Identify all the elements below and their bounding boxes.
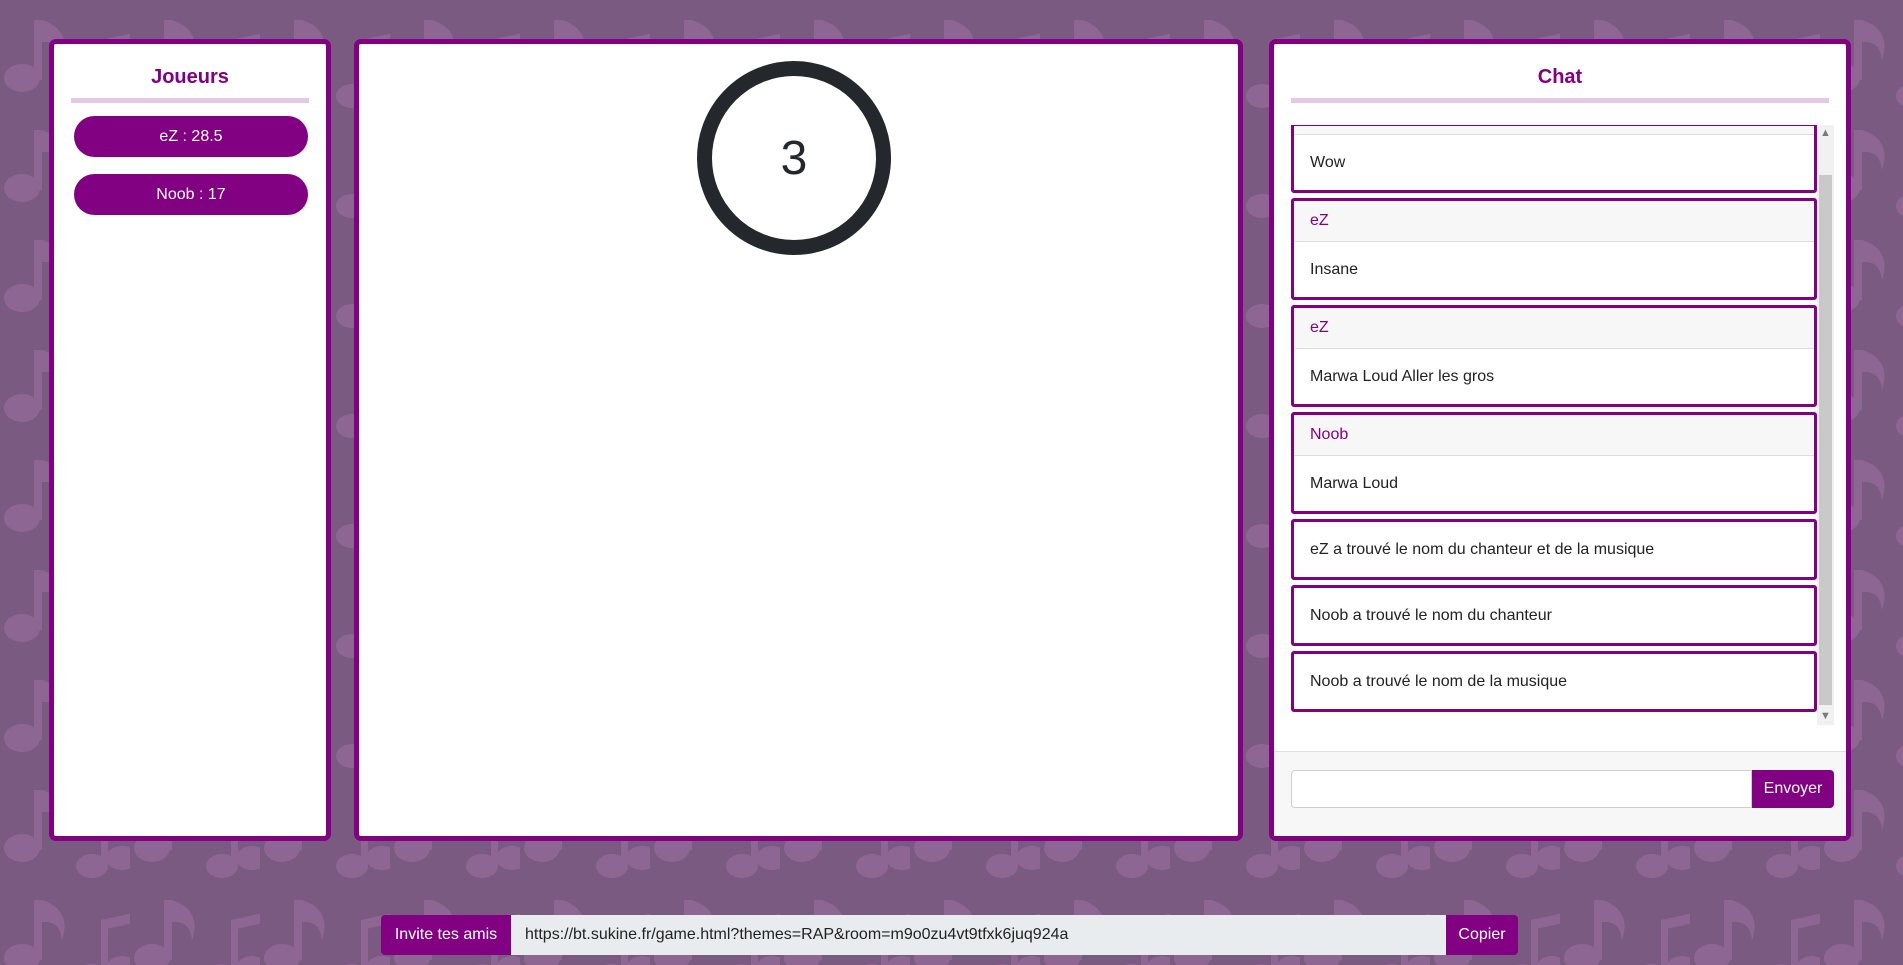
invite-bar: Invite tes amis ! Copier [381,915,1518,955]
chat-message-list[interactable]: Wow eZ Insane eZ Marwa Loud Aller les gr… [1291,125,1834,725]
chat-system-message: eZ a trouvé le nom du chanteur et de la … [1291,519,1817,580]
copy-button[interactable]: Copier [1446,915,1518,955]
invite-url-field[interactable] [511,915,1446,955]
chat-message-text: Marwa Loud [1310,475,1399,492]
chat-title: Chat [1537,66,1583,88]
chat-panel: Chat Wow eZ Insane eZ Marwa Loud Aller l… [1269,39,1851,841]
chat-message-author: eZ [1294,201,1814,242]
chat-message-text: Wow [1310,154,1346,171]
chat-message-text: Noob a trouvé le nom du chanteur [1310,607,1552,624]
players-title: Joueurs [151,66,229,88]
chat-message: eZ Marwa Loud Aller les gros [1291,305,1817,407]
chevron-up-icon[interactable]: ▲ [1817,125,1834,142]
chat-message-author: Noob [1294,415,1814,456]
chat-message-text: Noob a trouvé le nom de la musique [1310,673,1568,690]
chat-message-author: eZ [1294,308,1814,349]
game-panel: 3 [354,39,1243,841]
chat-system-message: Noob a trouvé le nom de la musique [1291,651,1817,712]
chat-message-author [1294,126,1814,135]
chat-title-divider [1291,98,1829,103]
chat-message-text: Insane [1310,261,1359,278]
player-score-badge: eZ : 28.5 [74,116,308,157]
chat-message-text: Marwa Loud Aller les gros [1310,368,1495,385]
chevron-down-icon[interactable]: ▼ [1817,708,1834,725]
chat-input[interactable] [1291,770,1752,808]
chat-message-text: eZ a trouvé le nom du chanteur et de la … [1310,541,1655,558]
chat-footer: Envoyer [1274,751,1846,836]
chat-message: eZ Insane [1291,198,1817,300]
chat-message: Wow [1291,125,1817,193]
countdown-timer: 3 [697,61,891,255]
invite-label: Invite tes amis ! [381,915,511,955]
player-list: eZ : 28.5 Noob : 17 [54,103,326,215]
player-score-badge: Noob : 17 [74,174,308,215]
chat-scrollbar[interactable]: ▲ ▼ [1817,125,1834,725]
send-button[interactable]: Envoyer [1752,770,1834,808]
chat-message: Noob Marwa Loud [1291,412,1817,514]
chat-scrollbar-thumb[interactable] [1819,175,1832,705]
chat-system-message: Noob a trouvé le nom du chanteur [1291,585,1817,646]
players-panel: Joueurs eZ : 28.5 Noob : 17 [49,39,331,841]
